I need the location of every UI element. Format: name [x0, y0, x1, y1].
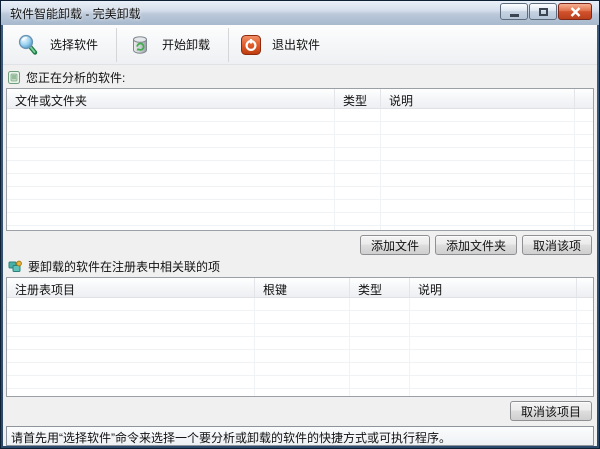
files-table-body[interactable] — [7, 109, 593, 230]
close-button[interactable] — [558, 3, 592, 20]
table-column-area — [575, 109, 593, 230]
toolbar-separator — [228, 28, 229, 62]
registry-section-header: 要卸载的软件在注册表中相关联的项 — [8, 258, 592, 274]
window-frame: 软件智能卸载 - 完美卸载 — [1, 1, 599, 448]
select-software-label: 选择软件 — [50, 36, 98, 53]
title-bar[interactable]: 软件智能卸载 - 完美卸载 — [1, 1, 599, 25]
column-header-blank[interactable] — [577, 278, 593, 297]
toolbar: 选择软件 开始卸载 — [3, 25, 597, 65]
column-header-registry-item[interactable]: 注册表项目 — [7, 278, 255, 297]
registry-table: 注册表项目 根键 类型 说明 — [6, 277, 594, 397]
column-header-type[interactable]: 类型 — [350, 278, 410, 297]
power-icon — [241, 35, 261, 55]
add-folder-button[interactable]: 添加文件夹 — [435, 235, 517, 255]
exit-software-button[interactable]: 退出软件 — [231, 27, 336, 63]
toolbar-separator — [116, 28, 117, 62]
caption-buttons — [500, 3, 592, 20]
registry-table-header: 注册表项目 根键 类型 说明 — [7, 278, 593, 298]
analysis-section-header: 您正在分析的软件: — [8, 69, 592, 85]
window-title: 软件智能卸载 - 完美卸载 — [3, 5, 141, 22]
recycle-bin-icon — [129, 34, 151, 56]
app-window: 软件智能卸载 - 完美卸载 — [0, 0, 600, 449]
table-column-area — [335, 109, 381, 230]
table-column-area — [255, 298, 350, 396]
column-header-blank[interactable] — [575, 89, 593, 108]
select-software-button[interactable]: 选择软件 — [7, 27, 114, 63]
table-column-area — [7, 298, 255, 396]
add-file-button[interactable]: 添加文件 — [360, 235, 430, 255]
status-bar: 请首先用“选择软件”命令来选择一个要分析或卸载的软件的快捷方式或可执行程序。 — [6, 426, 594, 446]
cancel-registry-item-button[interactable]: 取消该项目 — [510, 401, 592, 421]
maximize-button[interactable] — [529, 3, 557, 20]
minimize-button[interactable] — [500, 3, 528, 20]
file-note-icon — [8, 71, 20, 84]
exit-software-label: 退出软件 — [272, 36, 320, 53]
analysis-section-title: 您正在分析的软件: — [26, 69, 125, 86]
client-area: 选择软件 开始卸载 — [3, 25, 597, 446]
table-column-area — [7, 109, 335, 230]
table-column-area — [350, 298, 410, 396]
registry-section-title: 要卸载的软件在注册表中相关联的项 — [28, 258, 220, 275]
table-column-area — [410, 298, 577, 396]
registry-table-body[interactable] — [7, 298, 593, 396]
main-content: 您正在分析的软件: 文件或文件夹 类型 说明 添加文件 添加文件夹 — [3, 69, 597, 446]
minimize-icon — [510, 14, 519, 17]
start-uninstall-button[interactable]: 开始卸载 — [119, 27, 226, 63]
column-header-file-or-folder[interactable]: 文件或文件夹 — [7, 89, 335, 108]
column-header-description[interactable]: 说明 — [381, 89, 575, 108]
registry-icon — [8, 260, 22, 273]
files-buttons-row: 添加文件 添加文件夹 取消该项 — [6, 231, 594, 258]
column-header-root-key[interactable]: 根键 — [255, 278, 350, 297]
magnifier-icon — [17, 34, 39, 56]
status-text: 请首先用“选择软件”命令来选择一个要分析或卸载的软件的快捷方式或可执行程序。 — [11, 431, 451, 445]
cancel-item-button[interactable]: 取消该项 — [522, 235, 592, 255]
maximize-icon — [539, 8, 548, 16]
close-icon — [570, 7, 581, 17]
table-column-area — [577, 298, 593, 396]
start-uninstall-label: 开始卸载 — [162, 36, 210, 53]
column-header-type[interactable]: 类型 — [335, 89, 381, 108]
files-table-header: 文件或文件夹 类型 说明 — [7, 89, 593, 109]
column-header-description[interactable]: 说明 — [410, 278, 577, 297]
table-column-area — [381, 109, 575, 230]
files-table: 文件或文件夹 类型 说明 — [6, 88, 594, 231]
registry-buttons-row: 取消该项目 — [6, 397, 594, 424]
